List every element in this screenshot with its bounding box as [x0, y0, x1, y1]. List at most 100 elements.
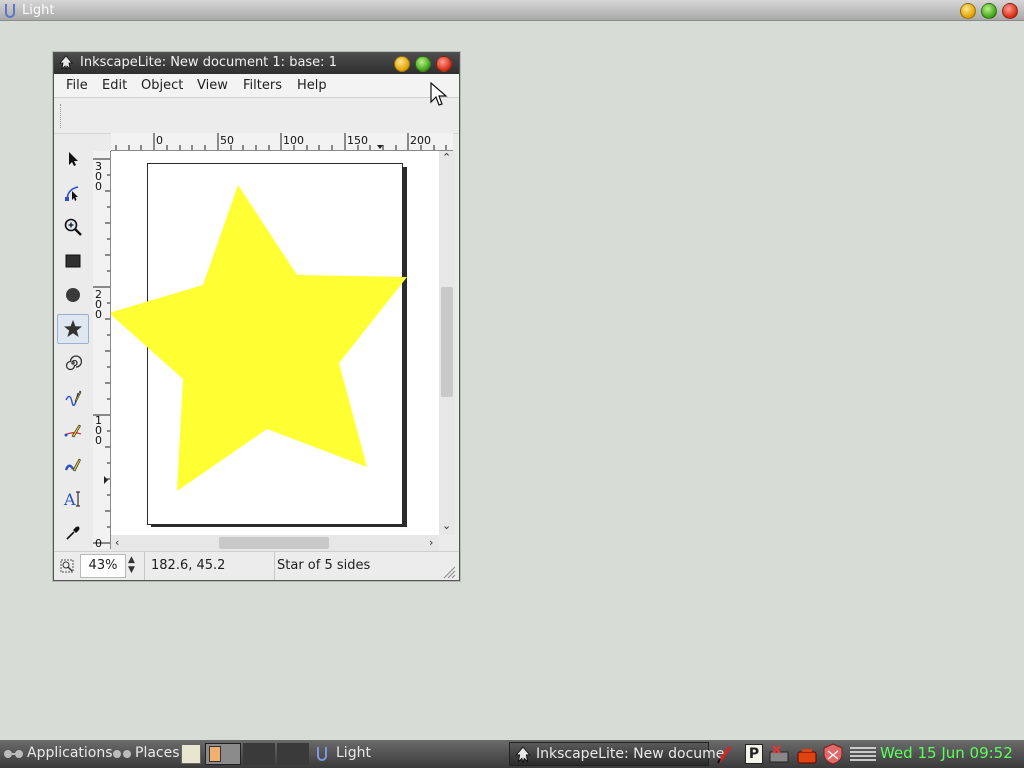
node-edit-icon — [65, 186, 79, 201]
pencil-tool[interactable] — [57, 382, 89, 412]
inkscape-task-icon — [515, 746, 531, 764]
zoom-fit-icon[interactable] — [60, 559, 74, 573]
ruler-h-label: 150 — [347, 134, 368, 147]
eyedropper-icon — [66, 526, 80, 540]
ruler-v-label: 0 — [95, 434, 102, 447]
maximize-button[interactable] — [981, 3, 997, 19]
calligraphy-tool[interactable] — [57, 450, 89, 480]
window-maximize-button[interactable] — [415, 56, 431, 72]
vertical-scroll-thumb[interactable] — [441, 287, 453, 397]
task-inkscape[interactable]: InkscapeLite: New docume — [509, 742, 724, 766]
selector-tool[interactable] — [57, 144, 89, 174]
ruler-v-label: 0 — [95, 537, 102, 549]
cursor-coordinates: 182.6, 45.2 — [144, 552, 274, 580]
status-bar: 43% ▲ ▼ 182.6, 45.2 Star of 5 sides — [54, 551, 459, 580]
desktop-top-bar: Light — [0, 0, 1024, 21]
show-desktop-icon[interactable] — [181, 744, 201, 764]
ruler-h-label: 100 — [283, 134, 304, 147]
vertical-scrollbar[interactable]: ⌃ ⌄ — [439, 151, 455, 535]
window-close-button[interactable] — [436, 56, 452, 72]
ruler-h-label: 50 — [220, 134, 234, 147]
minimize-button[interactable] — [960, 3, 976, 19]
zoom-spinner[interactable]: ▲ ▼ — [128, 555, 135, 575]
workspace-3[interactable] — [277, 743, 309, 765]
ruler-h-label: 0 — [156, 134, 163, 147]
zoom-field[interactable]: 43% — [80, 554, 126, 578]
text-tool[interactable]: A — [57, 484, 89, 514]
network-tray-icon[interactable] — [768, 744, 792, 764]
dropper-tool[interactable] — [57, 518, 89, 548]
horizontal-ruler[interactable]: 0 50 100 150 200 — [111, 133, 453, 151]
horizontal-scrollbar[interactable]: ‹ › — [111, 535, 439, 551]
circle-icon — [66, 288, 80, 302]
pen-tray-icon[interactable] — [716, 744, 734, 764]
calligraphy-icon — [64, 458, 81, 472]
spiral-icon — [65, 355, 82, 371]
resize-grip-icon[interactable] — [442, 565, 456, 579]
shield-tray-icon[interactable] — [822, 743, 844, 765]
star-shape[interactable] — [111, 151, 439, 535]
inkscape-window: InkscapeLite: New document 1: base: 1 Fi… — [53, 52, 460, 581]
clock[interactable]: Wed 15 Jun 09:52 — [880, 744, 1013, 762]
ruler-h-label: 200 — [410, 134, 431, 147]
ruler-v-label: 0 — [95, 308, 102, 321]
drawing-canvas[interactable] — [111, 151, 439, 535]
arrow-pointer-icon — [69, 152, 78, 166]
mouse-cursor-icon — [430, 82, 448, 106]
vertical-ruler[interactable]: 3 0 0 2 0 0 1 0 0 0 — [93, 151, 111, 549]
task-light[interactable]: Light — [336, 745, 371, 761]
pen-bezier-icon — [64, 424, 82, 438]
rectangle-tool[interactable] — [57, 246, 89, 276]
magnifier-icon — [64, 218, 82, 236]
scroll-down-icon[interactable]: ⌄ — [442, 519, 451, 532]
close-button[interactable] — [1002, 3, 1018, 19]
menu-edit[interactable]: Edit — [102, 78, 127, 93]
menu-help[interactable]: Help — [297, 78, 327, 93]
toolbar-grip[interactable] — [60, 104, 64, 128]
star-tool[interactable] — [57, 314, 89, 344]
window-titlebar[interactable]: InkscapeLite: New document 1: base: 1 — [54, 53, 459, 74]
star-icon — [64, 320, 82, 337]
workspace-switcher[interactable] — [205, 743, 241, 765]
ruler-v-label: 0 — [95, 180, 102, 193]
node-tool[interactable] — [57, 178, 89, 208]
ruler-ticks — [93, 158, 110, 544]
menu-view[interactable]: View — [197, 78, 228, 93]
zoom-tool[interactable] — [57, 212, 89, 242]
toolbox: A — [57, 144, 89, 544]
pencil-icon — [65, 390, 82, 406]
tool-controls-bar — [54, 98, 459, 134]
menu-file[interactable]: File — [66, 78, 88, 93]
places-menu[interactable]: Places — [135, 745, 180, 761]
desktop-window-title: Light — [22, 3, 55, 18]
svg-text:A: A — [63, 490, 76, 509]
inkscape-logo-icon — [59, 55, 73, 71]
window-app-icon — [5, 4, 15, 18]
task-inkscape-label: InkscapeLite: New docume — [536, 746, 725, 762]
text-icon: A — [63, 490, 80, 509]
places-icon — [113, 750, 131, 758]
menu-bar: File Edit Object View Filters Help — [54, 74, 459, 98]
applications-icon — [4, 750, 23, 758]
status-message: Star of 5 sides — [274, 552, 439, 580]
workspace-window-thumb — [209, 746, 221, 762]
p-tray-icon[interactable]: P — [745, 744, 763, 764]
taskbar: Applications Places Light InkscapeLite: … — [0, 740, 1024, 768]
rectangle-icon — [65, 254, 81, 268]
scroll-right-icon[interactable]: › — [429, 536, 433, 549]
battery-tray-icon[interactable] — [796, 745, 818, 765]
spiral-tool[interactable] — [57, 348, 89, 378]
light-task-icon — [317, 747, 327, 761]
volume-bars-tray-icon[interactable] — [848, 744, 878, 764]
scroll-left-icon[interactable]: ‹ — [115, 536, 119, 549]
applications-menu[interactable]: Applications — [27, 745, 113, 761]
star-shape-path[interactable] — [111, 185, 407, 491]
horizontal-scroll-thumb[interactable] — [219, 537, 329, 549]
workspace-2[interactable] — [243, 743, 275, 765]
ellipse-tool[interactable] — [57, 280, 89, 310]
window-minimize-button[interactable] — [394, 56, 410, 72]
scroll-up-icon[interactable]: ⌃ — [442, 151, 451, 164]
menu-filters[interactable]: Filters — [243, 78, 282, 93]
menu-object[interactable]: Object — [141, 78, 183, 93]
pen-tool[interactable] — [57, 416, 89, 446]
